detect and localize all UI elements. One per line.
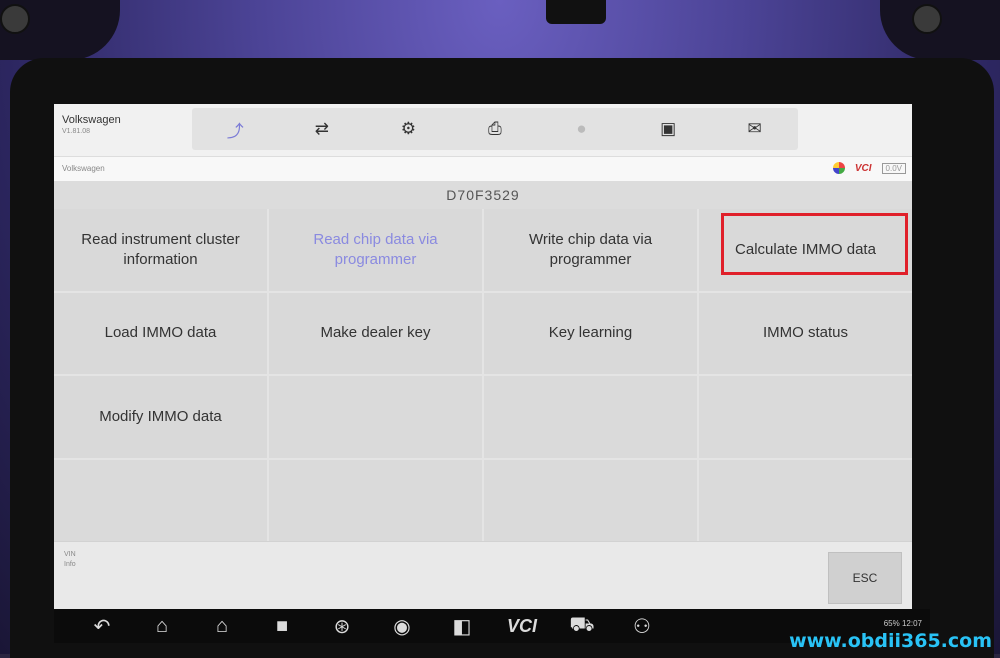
recent-apps-icon[interactable]: ■ [252,612,312,640]
empty-cell [699,459,912,541]
function-button[interactable]: Key learning [484,292,697,374]
function-button[interactable]: Modify IMMO data [54,376,267,458]
vci-status: VCI [854,162,872,174]
vehicle-brand: Volkswagen V1.81.08 [62,114,121,135]
empty-cell [484,459,697,541]
breadcrumb-bar: Volkswagen VCI 0.0V [54,156,912,181]
device-clip [546,0,606,24]
browser-icon[interactable]: ⊛ [312,612,372,640]
gear-icon[interactable]: ⚙ [393,114,423,144]
software-version: V1.81.08 [62,128,91,135]
connector-icon[interactable]: ⇄ [307,114,337,144]
save-icon[interactable]: ▣ [653,114,683,144]
message-icon[interactable]: ✉ [740,114,770,144]
empty-cell [484,376,697,458]
vin-info-labels: VIN Info [64,550,76,570]
system-status: 65% 12:07 [883,619,922,628]
help-icon[interactable]: ● [567,114,597,144]
brand-name: Volkswagen [62,114,121,126]
screen-record-icon[interactable]: ◧ [432,612,492,640]
connection-status-icon [832,162,845,174]
vin-label: VIN [64,551,76,558]
info-panel: VIN Info ESC [54,541,912,609]
watermark: www.obdii365.com [789,630,992,652]
function-button[interactable]: Calculate IMMO data [699,209,912,291]
screw-icon [0,4,30,34]
desktop-icon[interactable]: ⌂ [192,612,252,640]
status-indicators: VCI 0.0V [832,162,906,174]
vci-icon[interactable]: VCI [492,612,552,640]
main-toolbar: ⤴ ⇄ ⚙ ⎙ ● ▣ ✉ [192,108,798,150]
battery-voltage: 0.0V [881,162,906,174]
app-header: Volkswagen V1.81.08 ⤴ ⇄ ⚙ ⎙ ● ▣ ✉ [54,104,912,156]
function-button[interactable]: Read instrument cluster information [54,209,267,291]
empty-cell [269,376,482,458]
screw-icon [912,4,942,34]
function-button[interactable]: Write chip data via programmer [484,209,697,291]
function-button[interactable]: IMMO status [699,292,912,374]
empty-cell [699,376,912,458]
function-button[interactable]: Read chip data via programmer [269,209,482,291]
car-home-icon[interactable]: ⤴ [220,114,250,144]
home-icon[interactable]: ⌂ [132,612,192,640]
printer-icon[interactable]: ⎙ [480,114,510,144]
camera-icon[interactable]: ◉ [372,612,432,640]
info-label: Info [64,561,76,568]
empty-cell [54,459,267,541]
empty-cell [269,459,482,541]
function-grid: Read instrument cluster information Read … [54,209,912,541]
back-icon[interactable]: ↶ [72,612,132,640]
function-button[interactable]: Make dealer key [269,292,482,374]
esc-button[interactable]: ESC [828,552,902,604]
car-icon[interactable]: ⛟ [552,612,612,640]
remote-support-icon[interactable]: ⚇ [612,612,672,640]
module-title: D70F3529 [54,181,912,209]
tablet-screen: Volkswagen V1.81.08 ⤴ ⇄ ⚙ ⎙ ● ▣ ✉ Volkswagen V… [54,104,912,609]
breadcrumb: Volkswagen [62,164,105,173]
function-button[interactable]: Load IMMO data [54,292,267,374]
